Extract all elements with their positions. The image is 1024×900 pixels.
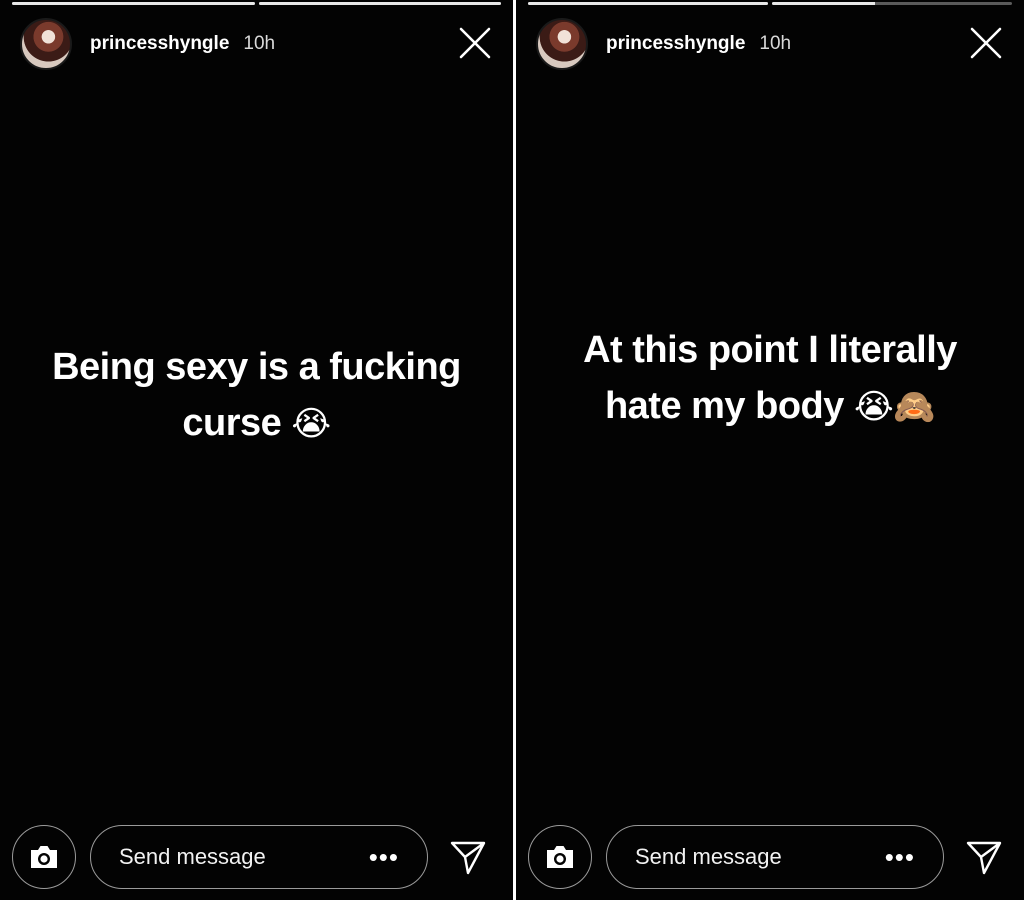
progress-fill [772, 2, 876, 5]
avatar[interactable] [20, 18, 72, 70]
message-placeholder: Send message [119, 844, 266, 869]
timestamp: 10h [759, 33, 792, 54]
progress-segment [12, 2, 255, 5]
camera-icon [547, 846, 573, 868]
close-icon[interactable] [968, 25, 1004, 61]
more-icon[interactable]: ••• [885, 844, 915, 870]
crying-emoji: 😭 [291, 404, 331, 444]
username[interactable]: princesshyngle [90, 33, 229, 55]
story-header: princesshyngle 10h [20, 17, 493, 71]
story-header: princesshyngle 10h [536, 17, 1004, 71]
close-icon[interactable] [457, 25, 493, 61]
username[interactable]: princesshyngle [606, 33, 745, 55]
camera-button[interactable] [12, 825, 76, 889]
story-progress-bar [528, 2, 1012, 5]
story-panel-left: princesshyngle 10h Being sexy is a fucki… [0, 0, 513, 900]
caption-text: hate my body [604, 385, 844, 427]
send-message-input[interactable]: Send message ••• [606, 825, 944, 889]
camera-icon [31, 846, 57, 868]
send-message-input[interactable]: Send message ••• [90, 825, 428, 889]
send-icon[interactable] [448, 837, 488, 877]
send-icon[interactable] [964, 837, 1004, 877]
avatar[interactable] [536, 18, 588, 70]
story-footer: Send message ••• [12, 824, 501, 890]
story-progress-bar [12, 2, 501, 5]
caption-line: hate my body 😭🙈 [546, 378, 994, 435]
caption-line: curse 😭 [30, 395, 483, 452]
progress-segment [772, 2, 1012, 5]
progress-segment [258, 2, 501, 5]
progress-fill [528, 2, 768, 5]
story-caption: At this point I literally hate my body 😭… [516, 322, 1024, 435]
progress-fill [258, 2, 501, 5]
more-icon[interactable]: ••• [369, 844, 399, 870]
message-placeholder: Send message [635, 844, 782, 869]
progress-fill [12, 2, 255, 5]
story-caption: Being sexy is a fucking curse 😭 [0, 339, 513, 452]
camera-button[interactable] [528, 825, 592, 889]
caption-line: Being sexy is a fucking [52, 346, 461, 388]
progress-segment [528, 2, 768, 5]
crying-monkey-emoji: 😭🙈 [853, 387, 936, 427]
caption-line: At this point I literally [583, 329, 957, 371]
story-panel-right: princesshyngle 10h At this point I liter… [516, 0, 1024, 900]
timestamp: 10h [243, 33, 276, 54]
story-footer: Send message ••• [528, 824, 1012, 890]
caption-text: curse [182, 402, 282, 444]
